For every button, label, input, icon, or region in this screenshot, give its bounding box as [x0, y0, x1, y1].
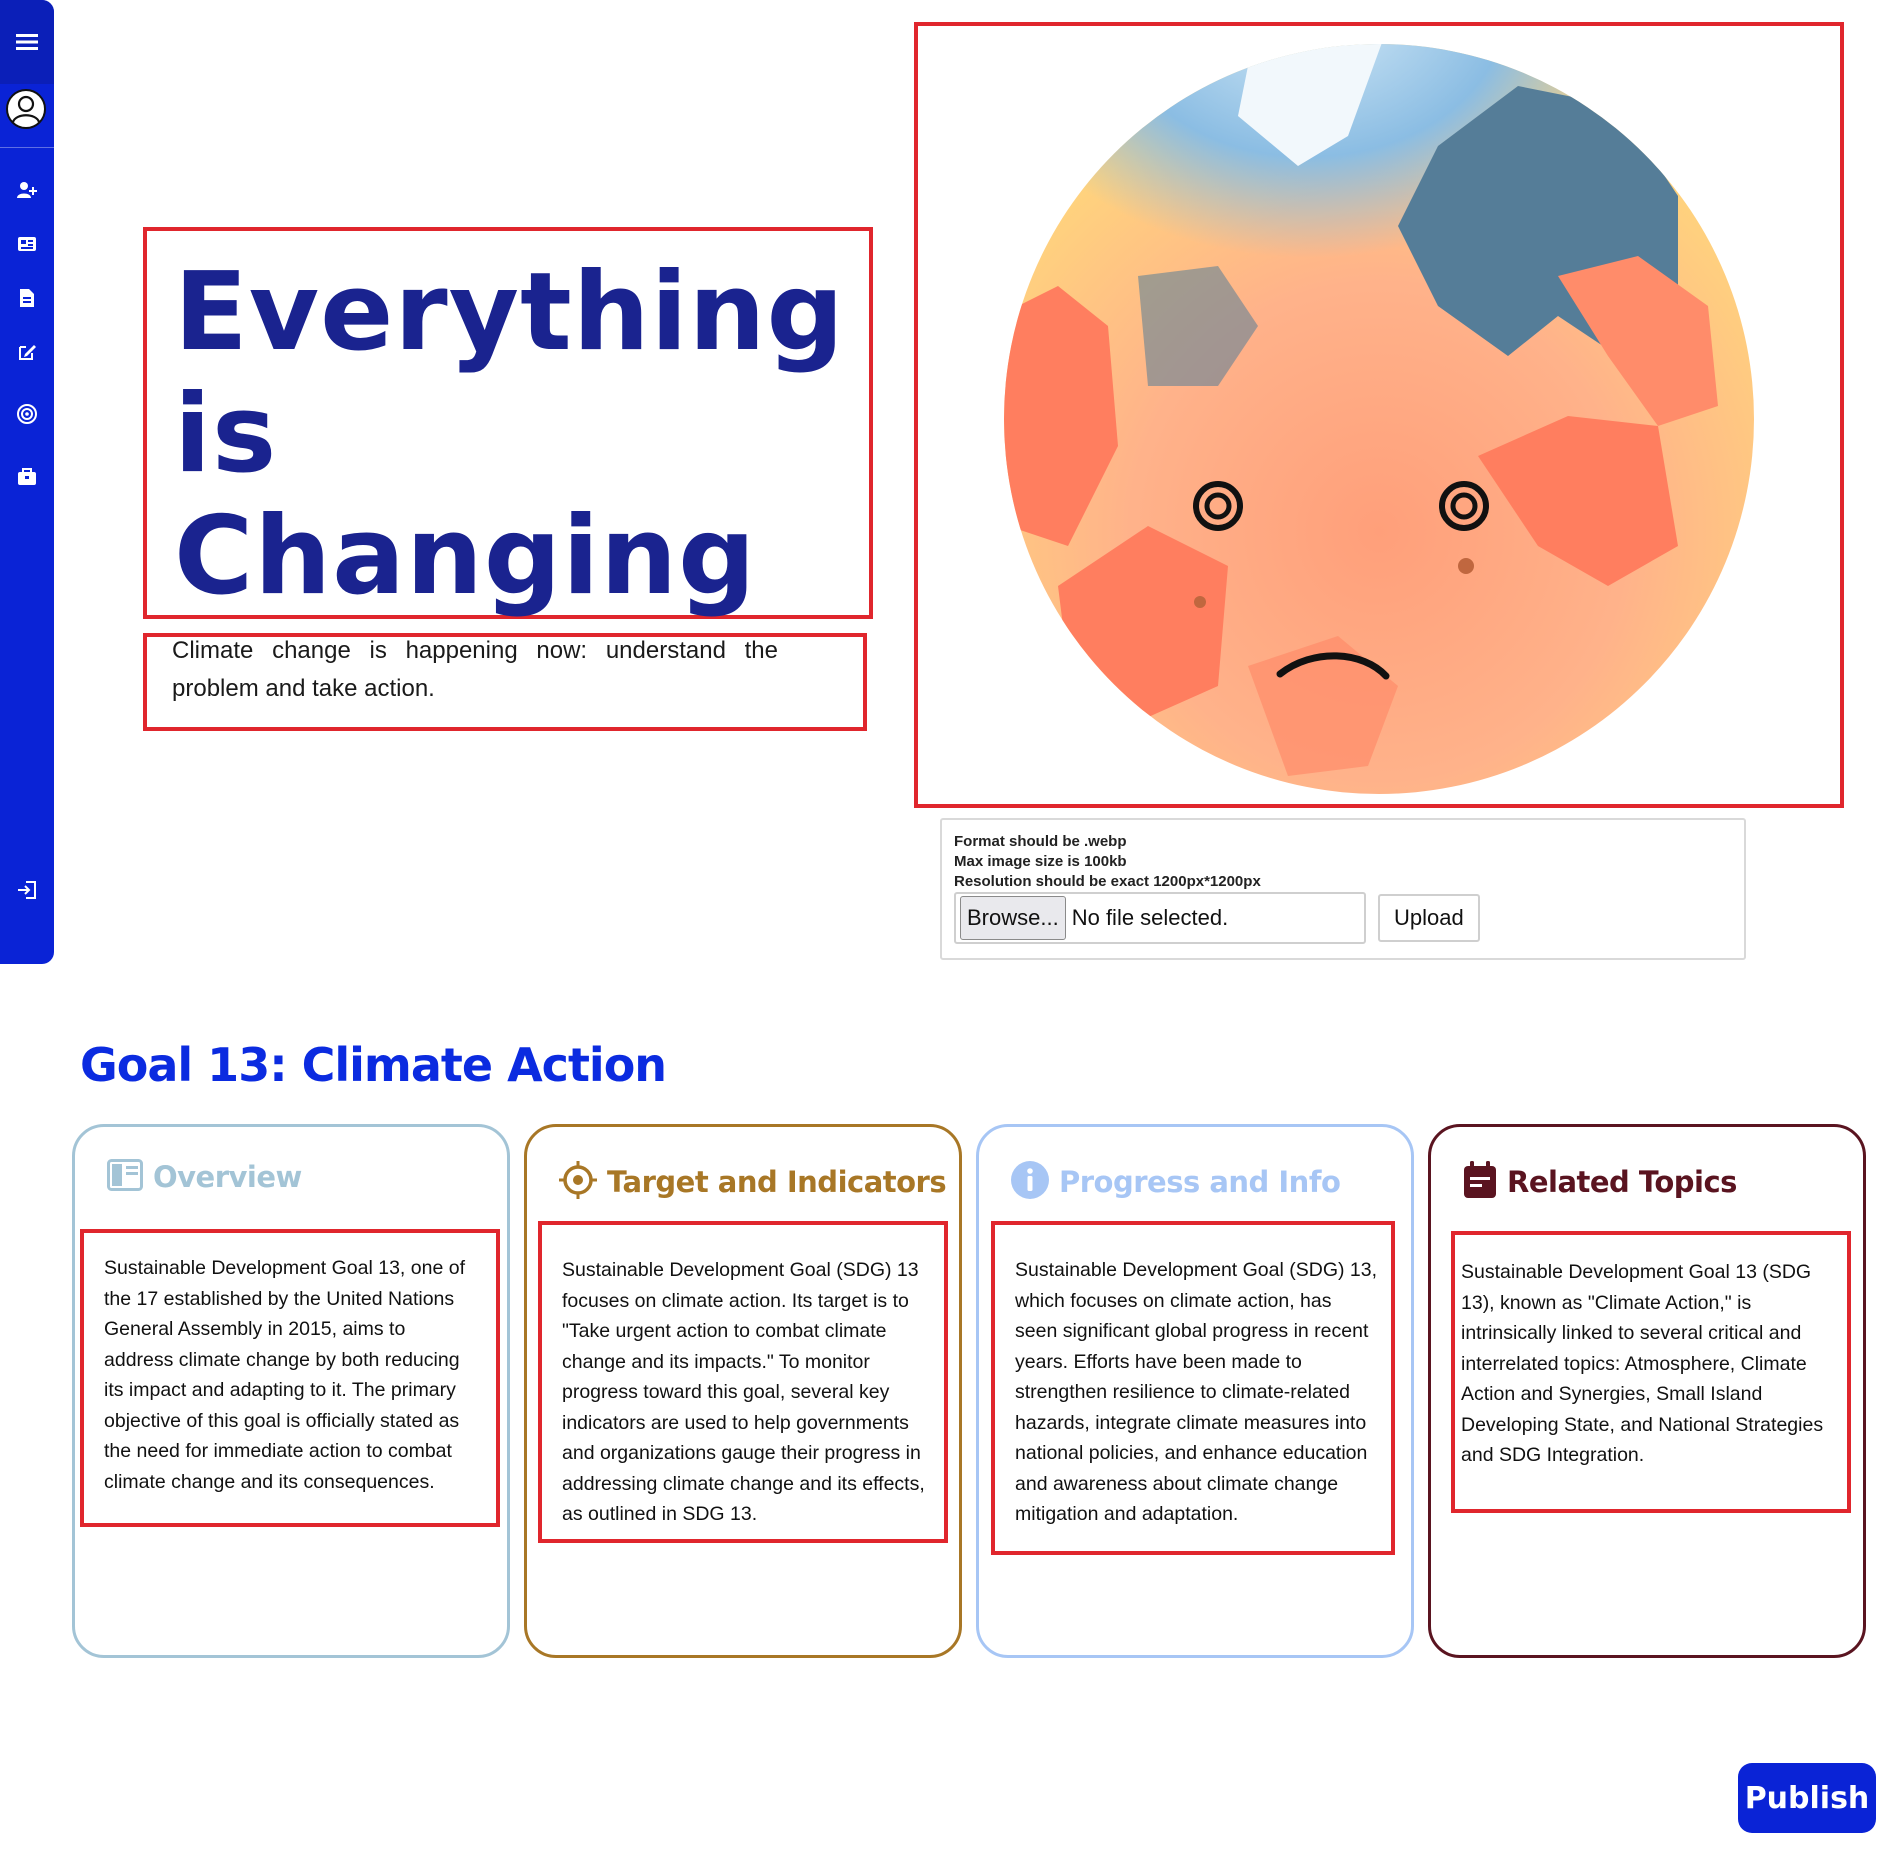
target-card-header: Target and Indicators	[559, 1161, 947, 1203]
hero-title: Everything is Changing	[174, 252, 845, 618]
resolution-requirement: Resolution should be exact 1200px*1200px	[954, 873, 1261, 890]
related-card-title: Related Topics	[1507, 1165, 1737, 1199]
image-upload-panel: Format should be .webp Max image size is…	[940, 818, 1746, 960]
add-user-icon[interactable]	[13, 176, 41, 204]
goal-heading: Goal 13: Climate Action	[80, 1038, 667, 1092]
file-input[interactable]: Browse... No file selected.	[954, 892, 1366, 944]
user-avatar-icon[interactable]	[5, 88, 47, 130]
progress-info-card: Progress and Info Sustainable Developmen…	[976, 1124, 1414, 1658]
related-card-text: Sustainable Development Goal 13 (SDG 13)…	[1451, 1231, 1851, 1513]
target-indicators-card: Target and Indicators Sustainable Develo…	[524, 1124, 962, 1658]
overview-card-title: Overview	[153, 1160, 302, 1194]
sad-earth-illustration	[1004, 44, 1754, 794]
target-card-title: Target and Indicators	[607, 1165, 947, 1199]
format-requirement: Format should be .webp	[954, 833, 1127, 850]
overview-card: Overview Sustainable Development Goal 13…	[72, 1124, 510, 1658]
progress-card-title: Progress and Info	[1059, 1165, 1341, 1199]
briefcase-icon[interactable]	[13, 462, 41, 490]
progress-card-text: Sustainable Development Goal (SDG) 13, w…	[991, 1221, 1395, 1555]
info-icon	[1011, 1161, 1049, 1203]
file-status: No file selected.	[1071, 905, 1229, 930]
document-icon[interactable]	[13, 284, 41, 312]
sidebar-divider	[0, 147, 54, 148]
related-card-header: Related Topics	[1463, 1161, 1737, 1203]
progress-card-header: Progress and Info	[1011, 1161, 1341, 1203]
sidebar	[0, 0, 54, 964]
overview-card-text: Sustainable Development Goal 13, one of …	[80, 1229, 500, 1527]
logout-icon[interactable]	[13, 876, 41, 904]
hero-subtitle: Climate change is happening now: underst…	[172, 637, 778, 702]
hero-title-line-1: Everything	[174, 250, 845, 375]
hamburger-menu-icon[interactable]	[13, 28, 41, 56]
overview-card-header: Overview	[107, 1159, 302, 1195]
related-topics-card: Related Topics Sustainable Development G…	[1428, 1124, 1866, 1658]
browse-button[interactable]: Browse...	[960, 896, 1066, 940]
overview-icon	[107, 1159, 143, 1195]
hero-title-line-3: Changing	[174, 494, 757, 619]
hero-title-line-2: is	[174, 372, 278, 497]
target-icon[interactable]	[13, 400, 41, 428]
calendar-icon	[1463, 1161, 1497, 1203]
sidebar-menu-area	[0, 0, 54, 84]
size-requirement: Max image size is 100kb	[954, 853, 1127, 870]
upload-button[interactable]: Upload	[1378, 894, 1480, 942]
hero-image-frame	[914, 22, 1844, 808]
news-icon[interactable]	[13, 230, 41, 258]
upload-requirements: Format should be .webp Max image size is…	[954, 832, 1261, 892]
edit-icon[interactable]	[13, 338, 41, 366]
crosshair-icon	[559, 1161, 597, 1203]
publish-button[interactable]: Publish	[1738, 1763, 1876, 1833]
target-card-text: Sustainable Development Goal (SDG) 13 fo…	[538, 1221, 948, 1543]
